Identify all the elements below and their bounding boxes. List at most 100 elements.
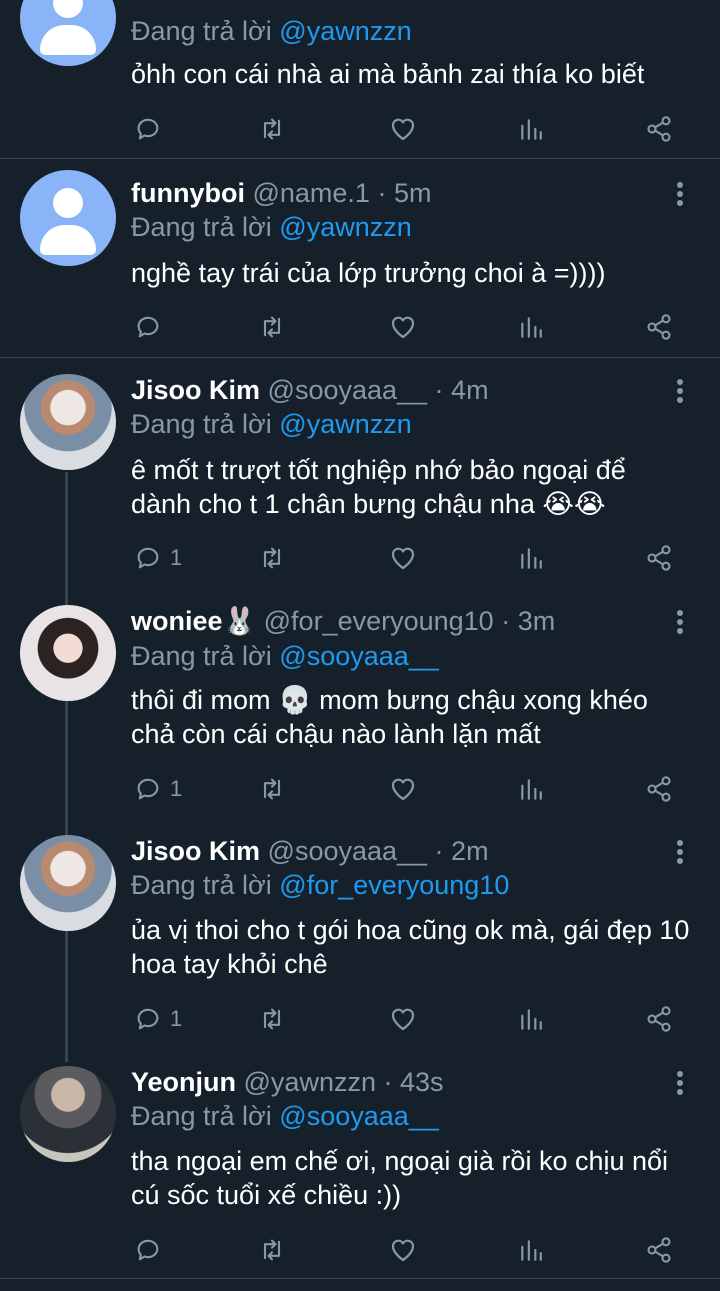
retweet-icon [263,1239,281,1261]
handle-time: @sooyaaa__ · 4m [260,375,489,405]
stats-icon [521,1240,542,1261]
reply-icon [137,1008,159,1030]
like-button[interactable] [388,309,418,345]
stats-icon [521,119,542,140]
share-button[interactable] [645,1232,673,1268]
share-icon [647,116,671,142]
handle-time: @yawnzzn · 43s [236,1067,444,1097]
avatar[interactable] [20,170,116,266]
stats-button[interactable] [518,111,544,147]
like-button[interactable] [388,771,418,807]
tweet-header: Jisoo Kim @sooyaaa__ · 2m [131,834,489,868]
display-name[interactable]: Jisoo Kim [131,836,260,866]
tweet-text: thôi đi mom 💀 mom bưng chậu xong khéo ch… [131,685,648,749]
mention-link[interactable]: @yawnzzn [279,409,411,439]
retweet-button[interactable] [258,309,286,345]
avatar[interactable] [20,835,116,931]
mention-link[interactable]: @yawnzzn [279,212,411,242]
stats-button[interactable] [518,309,544,345]
tweet-header: Yeonjun @yawnzzn · 43s [131,1065,444,1099]
reply-icon [137,316,159,338]
mention-link[interactable]: @yawnzzn [279,16,411,46]
retweet-button[interactable] [258,540,286,576]
retweet-icon [263,316,281,338]
retweet-icon [263,547,281,569]
share-button[interactable] [645,771,673,807]
share-icon [647,1237,671,1263]
reply-context: Đang trả lời @sooyaaa__ [131,641,439,671]
stats-icon [521,548,542,569]
more-options-icon[interactable] [666,834,694,868]
like-button[interactable] [388,1232,418,1268]
stats-button[interactable] [518,1232,544,1268]
reply-button[interactable] [134,111,170,147]
tweet-text: ê mốt t trượt tốt nghiệp nhớ bảo ngoại đ… [131,455,626,519]
handle-time: @sooyaaa__ · 2m [260,836,489,866]
retweet-icon [263,118,281,140]
mention-link[interactable]: @sooyaaa__ [279,1101,439,1131]
reply-button[interactable] [134,1232,170,1268]
avatar[interactable] [20,605,116,701]
share-button[interactable] [645,309,673,345]
retweet-icon [263,778,281,800]
tweet-text: ỏhh con cái nhà ai mà bảnh zai thía ko b… [131,59,645,89]
like-button[interactable] [388,111,418,147]
more-options-icon[interactable] [666,1065,694,1099]
more-options-icon[interactable] [666,604,694,638]
share-button[interactable] [645,1001,673,1037]
display-name[interactable]: funnyboi [131,178,245,208]
reply-button[interactable]: 1 [134,1001,182,1037]
reply-icon [137,778,159,800]
stats-button[interactable] [518,771,544,807]
avatar[interactable] [20,0,116,66]
reply-context: Đang trả lời @yawnzzn [131,16,412,46]
stats-icon [521,1009,542,1030]
more-options-icon[interactable] [666,373,694,407]
handle-time: @for_everyoung10 · 3m [256,606,556,636]
reply-context: Đang trả lời @yawnzzn [131,409,412,439]
tweet-text: ủa vị thoi cho t gói hoa cũng ok mà, gái… [131,915,690,979]
tweet-text: tha ngoại em chế ơi, ngoại già rồi ko ch… [131,1146,669,1210]
retweet-icon [263,1008,281,1030]
share-icon [647,1006,671,1032]
reply-button[interactable]: 1 [134,771,182,807]
reply-button[interactable]: 1 [134,540,182,576]
display-name[interactable]: Jisoo Kim [131,375,260,405]
display-name[interactable]: woniee🐰 [131,606,256,636]
retweet-button[interactable] [258,111,286,147]
avatar[interactable] [20,1066,116,1162]
divider [0,158,720,159]
retweet-button[interactable] [258,1232,286,1268]
mention-link[interactable]: @for_everyoung10 [279,870,509,900]
retweet-button[interactable] [258,1001,286,1037]
share-button[interactable] [645,111,673,147]
share-icon [647,314,671,340]
retweet-button[interactable] [258,771,286,807]
mention-link[interactable]: @sooyaaa__ [279,641,439,671]
like-button[interactable] [388,540,418,576]
display-name[interactable]: Yeonjun [131,1067,236,1097]
reply-icon [137,1239,159,1261]
stats-button[interactable] [518,540,544,576]
share-button[interactable] [645,540,673,576]
divider [0,1278,720,1279]
reply-button[interactable] [134,309,170,345]
more-options-icon[interactable] [666,176,694,210]
reply-count: 1 [170,1006,183,1031]
reply-icon [137,547,159,569]
heart-icon [391,316,415,339]
reply-icon [137,118,159,140]
like-button[interactable] [388,1001,418,1037]
heart-icon [391,1008,415,1031]
stats-button[interactable] [518,1001,544,1037]
avatar[interactable] [20,374,116,470]
reply-context: Đang trả lời @for_everyoung10 [131,870,510,900]
stats-icon [521,317,542,338]
handle-time: @name.1 · 5m [244,178,432,208]
tweet-header: woniee🐰 @for_everyoung10 · 3m [131,604,555,638]
share-icon [647,545,671,571]
tweet-header: Jisoo Kim @sooyaaa__ · 4m [131,373,489,407]
reply-count: 1 [170,776,183,801]
heart-icon [391,547,415,570]
divider [0,357,720,358]
